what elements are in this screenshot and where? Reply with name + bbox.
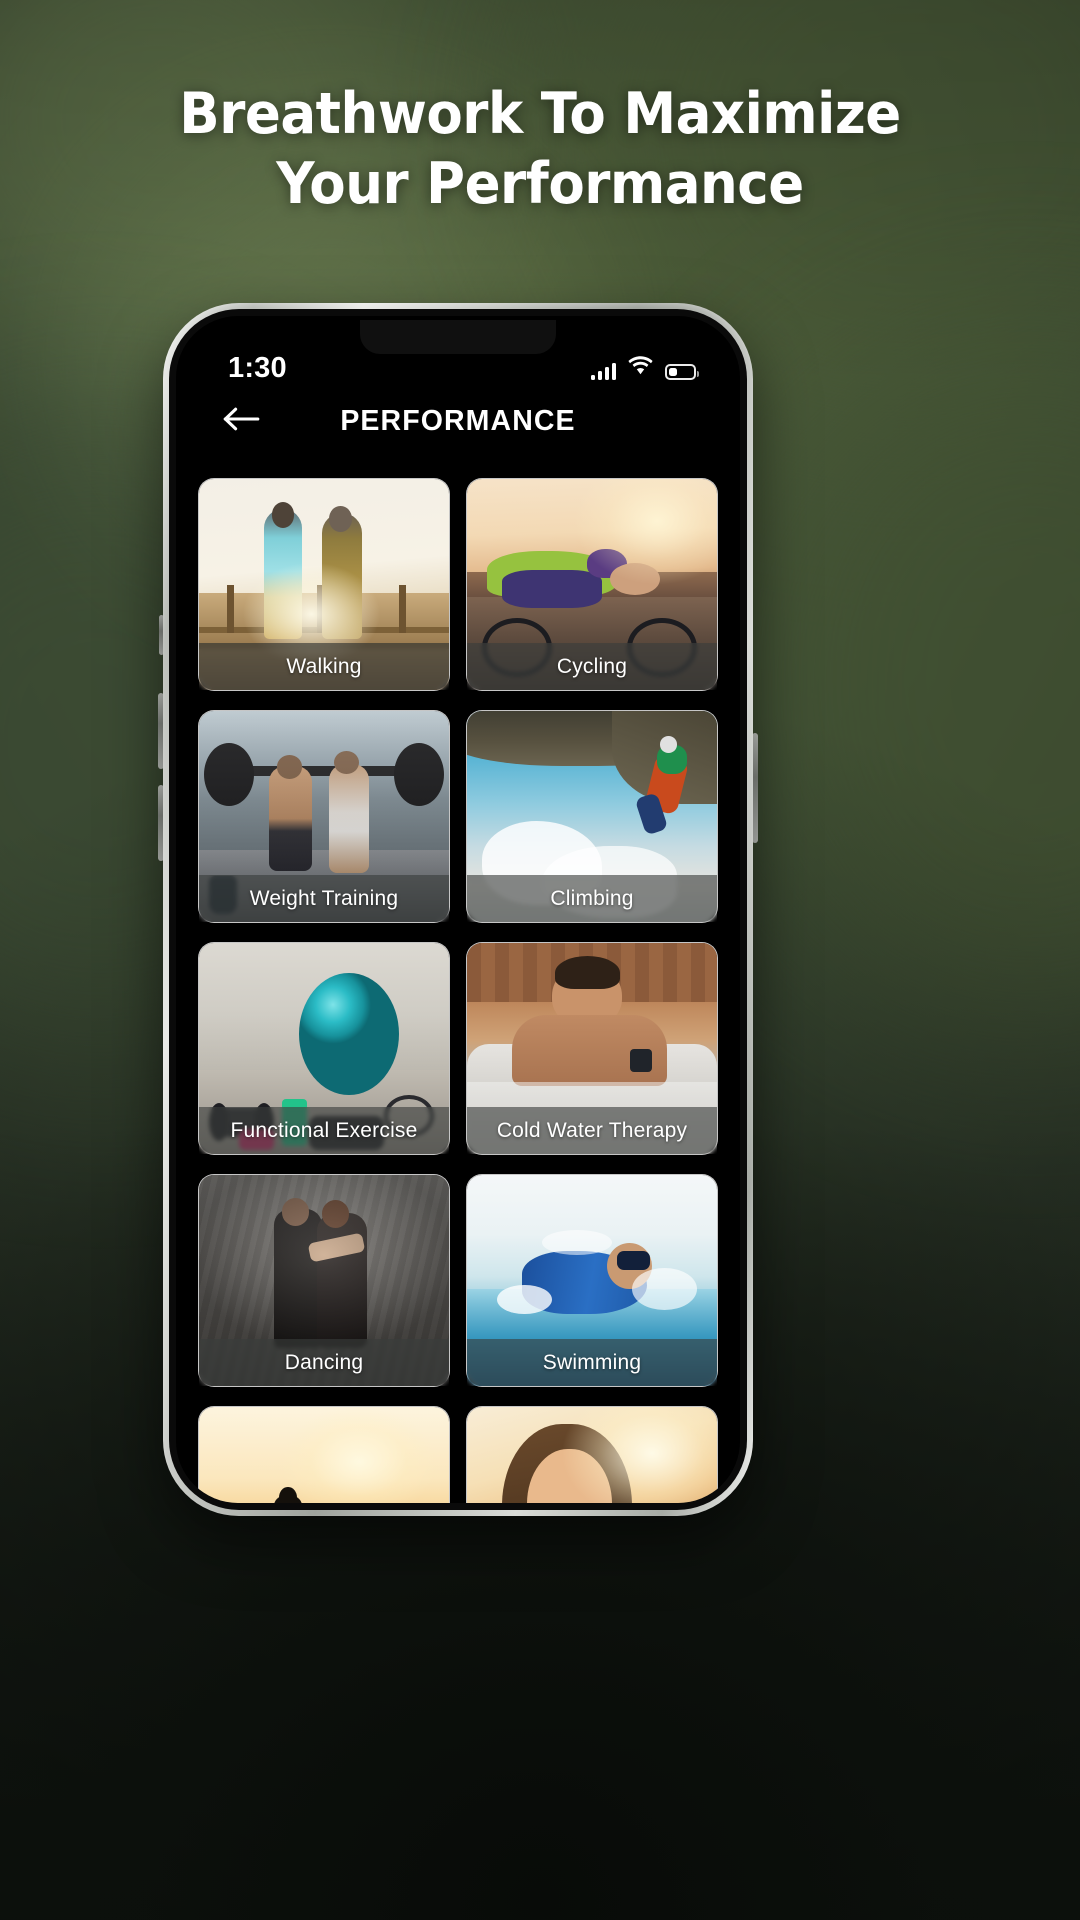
- runner-sunrise-photo: [199, 1407, 449, 1503]
- card-label: Dancing: [199, 1339, 449, 1386]
- card-label: Functional Exercise: [199, 1107, 449, 1154]
- card-label: Cycling: [467, 643, 717, 690]
- activity-card-climbing[interactable]: Climbing: [466, 710, 718, 923]
- activity-card-running-partial[interactable]: [198, 1406, 450, 1503]
- screen-title: PERFORMANCE: [340, 404, 576, 437]
- back-button[interactable]: [204, 406, 278, 437]
- activity-card-cold-water-therapy[interactable]: Cold Water Therapy: [466, 942, 718, 1155]
- page-title: Breathwork To Maximize Your Performance: [179, 81, 901, 217]
- battery-icon: [665, 364, 699, 380]
- activity-card-swimming[interactable]: Swimming: [466, 1174, 718, 1387]
- cellular-bars-icon: [590, 362, 616, 380]
- phone-screen: 1:30 PERFORMANCE Walking Cycling Weight …: [176, 316, 740, 1503]
- arrow-left-icon: [223, 406, 260, 437]
- activity-card-walking[interactable]: Walking: [198, 478, 450, 691]
- status-bar: 1:30: [176, 348, 740, 388]
- card-label: Walking: [199, 643, 449, 690]
- woman-sunlight-photo: [467, 1407, 717, 1503]
- status-time: 1:30: [228, 351, 287, 384]
- activity-card-cycling[interactable]: Cycling: [466, 478, 718, 691]
- card-label: Cold Water Therapy: [467, 1107, 717, 1154]
- card-label: Swimming: [467, 1339, 717, 1386]
- phone-mockup: 1:30 PERFORMANCE Walking Cycling Weight …: [158, 303, 758, 1516]
- status-icons: [590, 356, 699, 380]
- card-label: Climbing: [467, 875, 717, 922]
- activity-card-weight-training[interactable]: Weight Training: [198, 710, 450, 923]
- activity-card-breathing-partial[interactable]: [466, 1406, 718, 1503]
- wifi-icon: [628, 356, 653, 380]
- activity-card-dancing[interactable]: Dancing: [198, 1174, 450, 1387]
- activity-grid[interactable]: Walking Cycling Weight Training Climbing…: [176, 466, 740, 1503]
- app-header: PERFORMANCE: [176, 388, 740, 454]
- activity-card-functional-exercise[interactable]: Functional Exercise: [198, 942, 450, 1155]
- card-label: Weight Training: [199, 875, 449, 922]
